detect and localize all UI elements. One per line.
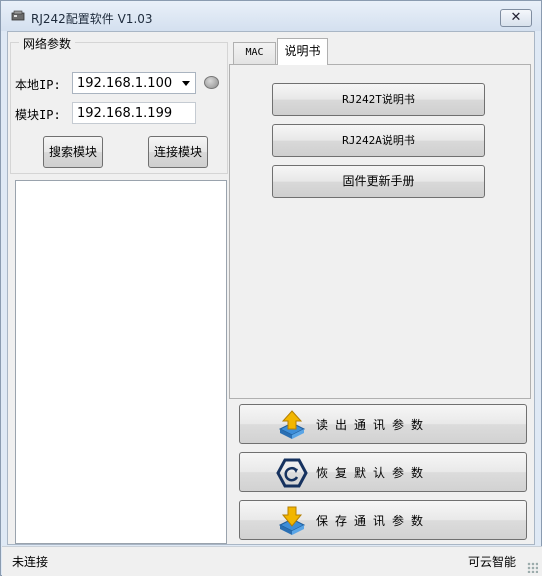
restore-default-button[interactable]: 恢复默认参数 bbox=[239, 452, 527, 492]
restore-default-icon bbox=[276, 458, 308, 488]
connection-status: 未连接 bbox=[12, 555, 49, 569]
tab-control: MAC 说明书 RJ242T说明书 RJ242A说明书 固件更新手册 bbox=[229, 36, 531, 399]
save-params-button[interactable]: 保存通讯参数 bbox=[239, 500, 527, 540]
firmware-manual-button[interactable]: 固件更新手册 bbox=[272, 165, 485, 198]
network-params-group: 网络参数 本地IP: 192.168.1.100 模块IP: 192.168.1… bbox=[10, 35, 228, 174]
restore-default-label: 恢复默认参数 bbox=[316, 466, 431, 480]
manual-tab-panel: RJ242T说明书 RJ242A说明书 固件更新手册 bbox=[229, 64, 531, 399]
save-params-icon bbox=[278, 506, 306, 535]
rj242t-manual-button[interactable]: RJ242T说明书 bbox=[272, 83, 485, 116]
rj242a-manual-button[interactable]: RJ242A说明书 bbox=[272, 124, 485, 157]
search-module-button[interactable]: 搜索模块 bbox=[43, 136, 103, 168]
tab-mac[interactable]: MAC bbox=[233, 42, 276, 64]
local-ip-label: 本地IP: bbox=[15, 78, 61, 92]
device-icon bbox=[11, 10, 25, 21]
chevron-down-icon[interactable] bbox=[182, 81, 190, 86]
read-params-button[interactable]: 读出通讯参数 bbox=[239, 404, 527, 444]
module-ip-input[interactable]: 192.168.1.199 bbox=[72, 102, 196, 124]
status-led-icon bbox=[204, 76, 219, 89]
company-name: 可云智能 bbox=[468, 555, 517, 569]
local-ip-select[interactable]: 192.168.1.100 bbox=[72, 72, 196, 94]
window-title: RJ242配置软件 V1.03 bbox=[31, 12, 153, 26]
close-button[interactable]: ✕ bbox=[500, 9, 532, 27]
save-params-label: 保存通讯参数 bbox=[316, 514, 431, 528]
client-area: 网络参数 本地IP: 192.168.1.100 模块IP: 192.168.1… bbox=[7, 31, 535, 545]
status-bar: 未连接 可云智能 bbox=[2, 546, 542, 576]
module-ip-value: 192.168.1.199 bbox=[77, 106, 173, 121]
tab-manual[interactable]: 说明书 bbox=[277, 38, 328, 65]
log-output[interactable] bbox=[15, 180, 227, 544]
resize-grip-icon[interactable] bbox=[527, 562, 538, 573]
read-params-label: 读出通讯参数 bbox=[316, 418, 431, 432]
local-ip-value: 192.168.1.100 bbox=[77, 76, 173, 91]
group-title: 网络参数 bbox=[19, 35, 76, 52]
close-icon: ✕ bbox=[510, 10, 522, 25]
module-ip-label: 模块IP: bbox=[15, 108, 61, 122]
app-window: RJ242配置软件 V1.03 ✕ 网络参数 本地IP: 192.168.1.1… bbox=[0, 0, 542, 576]
connect-module-button[interactable]: 连接模块 bbox=[148, 136, 208, 168]
title-bar[interactable]: RJ242配置软件 V1.03 ✕ bbox=[1, 1, 541, 31]
read-params-icon bbox=[278, 410, 306, 439]
